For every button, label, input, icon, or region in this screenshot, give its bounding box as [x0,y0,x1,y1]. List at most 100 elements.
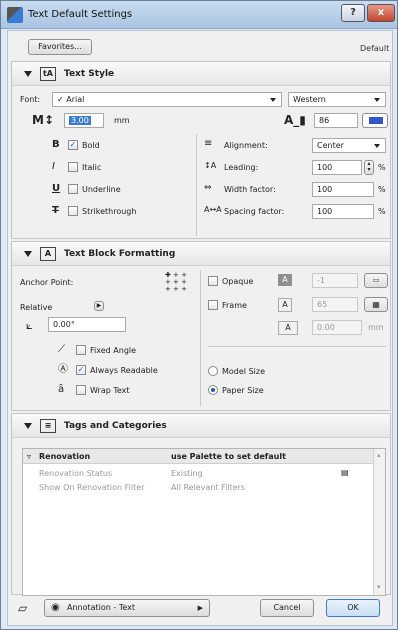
frame-checkbox[interactable] [208,300,218,310]
app-icon [7,7,23,23]
pen-color-button[interactable] [362,113,388,128]
alignment-select[interactable]: Center [312,138,386,153]
anchor-point-grid-icon[interactable]: ✚ + + + + + + + + [160,272,192,293]
pen-number-input[interactable]: 86 [314,113,358,128]
size-divider [208,346,386,347]
bold-checkbox[interactable]: ✓ [68,140,78,150]
cancel-button[interactable]: Cancel [260,599,314,617]
help-button[interactable]: ? [341,4,365,22]
opaque-pen-input[interactable]: -1 [312,273,358,288]
text-style-icon: tA [40,67,56,81]
tags-header[interactable]: ≡ Tags and Categories [12,414,390,438]
pen-icon: A_▮ [284,113,306,127]
alignment-icon: ≡ [204,138,213,149]
angle-input[interactable]: 0.00° [48,317,126,332]
underline-label: Underline [82,185,121,194]
frame-offset-unit: mm [368,323,384,332]
tags-table-header[interactable]: ▿ Renovation use Palette to set default [23,449,373,464]
layer-select-button[interactable]: ◉ Annotation - Text ▶ [44,599,210,617]
text-size-unit: mm [114,116,130,125]
tags-icon: ≡ [40,419,56,433]
bold-icon: B [52,139,60,150]
tags-table: ▿ Renovation use Palette to set default … [22,448,386,596]
wrap-text-checkbox[interactable] [76,385,86,395]
model-size-label: Model Size [222,367,265,376]
spacing-factor-icon: A↔A [204,205,222,214]
spacing-factor-unit: % [378,207,386,216]
opaque-checkbox[interactable] [208,276,218,286]
font-select[interactable]: ✓ Arial [52,92,282,107]
italic-label: Italic [82,163,102,172]
script-select[interactable]: Western [288,92,386,107]
tags-scrollbar[interactable]: ▴ ▾ [373,449,385,595]
relative-arrow-button[interactable]: ▶ [94,301,104,311]
frame-line-button[interactable]: ▦ [364,297,388,312]
always-readable-icon: Ⓐ [58,364,68,375]
layer-arrow-icon: ▶ [197,604,203,612]
model-size-radio[interactable] [208,366,218,376]
dialog-client-area: Favorites... Default tA Text Style Font:… [7,30,393,626]
eye-icon: ◉ [51,602,60,613]
angle-icon: ⟀ [26,319,33,332]
tags-section: ≡ Tags and Categories ▿ Renovation use P… [11,413,391,596]
text-style-title: Text Style [64,69,115,79]
paper-size-label: Paper Size [222,386,264,395]
paper-size-radio[interactable] [208,385,218,395]
frame-label: Frame [222,301,247,310]
collapse-triangle-icon[interactable] [24,423,32,429]
fixed-angle-label: Fixed Angle [90,346,137,355]
width-factor-input[interactable]: 100 [312,182,374,197]
text-size-input[interactable]: 3.00 [64,113,104,128]
scroll-up-icon[interactable]: ▴ [377,451,381,459]
opaque-fill-button[interactable]: ▭ [364,273,388,288]
close-button[interactable]: x [367,4,395,22]
spacing-factor-input[interactable]: 100 [312,204,374,219]
italic-checkbox[interactable] [68,162,78,172]
relative-label: Relative [20,303,53,312]
leading-icon: ↕A [204,161,217,170]
table-row-value[interactable]: All Relevant Filters [171,483,245,492]
opaque-pen-icon: A [278,274,292,286]
text-style-section: tA Text Style Font: ✓ Arial Western M↕ 3… [11,61,391,239]
text-block-icon: A [40,247,56,261]
renovation-status-icon: ▤ [341,468,349,477]
leading-input[interactable]: 100 [312,160,362,175]
leading-spinner[interactable]: ▴ ▾ [364,160,374,175]
frame-pen-icon: A [278,298,292,312]
frame-pen-input[interactable]: 65 [312,297,358,312]
collapse-triangle-icon[interactable] [24,251,32,257]
renovation-expand-icon[interactable]: ▿ [27,452,31,461]
fixed-angle-checkbox[interactable] [76,345,86,355]
strikethrough-icon: T [52,205,59,216]
strikethrough-checkbox[interactable] [68,206,78,216]
leading-unit: % [378,163,386,172]
strikethrough-label: Strikethrough [82,207,137,216]
collapse-triangle-icon[interactable] [24,71,32,77]
tags-header-value: use Palette to set default [171,452,286,461]
underline-checkbox[interactable] [68,184,78,194]
favorites-button[interactable]: Favorites... [28,39,92,55]
table-row-name[interactable]: Renovation Status [39,469,112,478]
width-factor-unit: % [378,185,386,194]
width-factor-icon: ⇔ [204,183,212,193]
always-readable-checkbox[interactable]: ✓ [76,365,86,375]
frame-offset-input[interactable]: 0.00 [312,320,362,335]
column-divider [196,134,197,236]
text-style-header[interactable]: tA Text Style [12,62,390,86]
anchor-point-label: Anchor Point: [20,278,74,287]
italic-icon: I [52,161,55,172]
tags-title: Tags and Categories [64,421,167,431]
spacing-factor-label: Spacing factor: [224,207,285,216]
frame-offset-icon: A [278,321,298,335]
alignment-label: Alignment: [224,141,268,150]
ok-button[interactable]: OK [326,599,380,617]
table-row-value[interactable]: Existing [171,469,203,478]
layer-icon: ▱ [18,601,28,615]
table-row-name[interactable]: Show On Renovation Filter [39,483,144,492]
text-block-title: Text Block Formatting [64,249,176,259]
title-bar[interactable]: Text Default Settings ? x [1,1,397,29]
text-block-header[interactable]: A Text Block Formatting [12,242,390,266]
font-label: Font: [20,95,41,104]
underline-icon: U [52,183,61,194]
scroll-down-icon[interactable]: ▾ [377,583,381,591]
